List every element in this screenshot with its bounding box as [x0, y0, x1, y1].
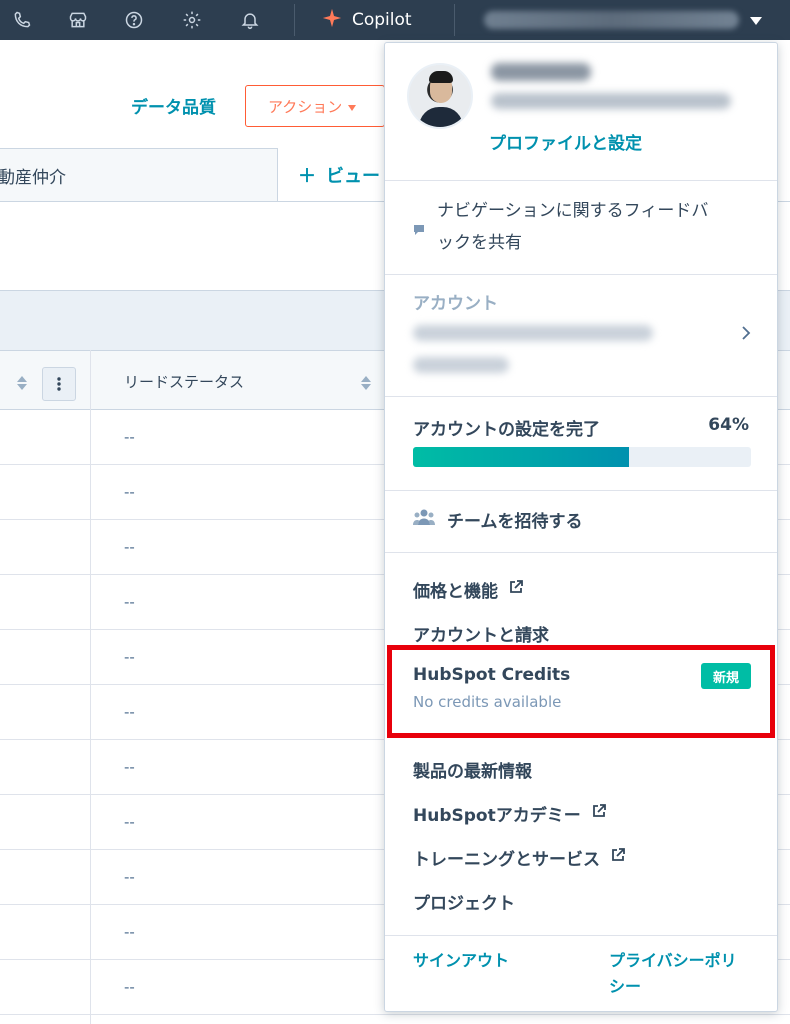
help-icon[interactable] — [122, 8, 146, 32]
sign-out-link[interactable]: サインアウト — [413, 948, 509, 974]
pricing-features-link[interactable]: 価格と機能 — [413, 577, 524, 602]
privacy-line-2: シー — [609, 977, 642, 996]
table-cell: -- — [124, 483, 135, 501]
column-header-lead-status[interactable]: リードステータス — [124, 371, 244, 392]
feedback-line-1: ナビゲーションに関するフィードバ — [437, 201, 709, 221]
column-options-button[interactable] — [42, 367, 76, 401]
caret-down-icon — [348, 97, 357, 115]
account-name-redacted — [484, 11, 739, 29]
actions-button[interactable]: アクション — [245, 85, 385, 127]
credits-highlight-box — [387, 645, 775, 738]
account-billing-label: アカウントと請求 — [413, 626, 549, 646]
settings-icon[interactable] — [180, 8, 204, 32]
table-cell: -- — [124, 648, 135, 666]
actions-label: アクション — [268, 97, 343, 116]
sort-icon[interactable] — [360, 375, 372, 395]
privacy-line-1: プライバシーポリ — [609, 951, 737, 970]
account-label: アカウント — [413, 294, 498, 314]
feedback-section: ナビゲーションに関するフィードバ ックを共有 — [385, 181, 777, 275]
main-links-section: 価格と機能 アカウントと請求 HubSpot Credits No credit… — [385, 553, 777, 936]
table-cell: -- — [124, 538, 135, 556]
table-cell: -- — [124, 813, 135, 831]
phone-icon[interactable] — [10, 8, 34, 32]
account-dropdown-menu: プロファイルと設定 ナビゲーションに関するフィードバ ックを共有 アカウント ア… — [384, 42, 778, 1012]
table-cell: -- — [124, 428, 135, 446]
setup-progress-bar — [413, 447, 751, 467]
table-cell: -- — [124, 703, 135, 721]
marketplace-icon[interactable] — [66, 8, 90, 32]
academy-link[interactable]: HubSpotアカデミー — [413, 801, 607, 826]
training-label: トレーニングとサービス — [413, 850, 600, 870]
setup-title: アカウントの設定を完了 — [413, 420, 600, 440]
product-updates-label: 製品の最新情報 — [413, 762, 532, 782]
chat-bubble-icon — [413, 221, 425, 240]
invite-team-button[interactable]: チームを招待する — [413, 507, 583, 532]
account-name-redacted — [413, 325, 653, 341]
notifications-icon[interactable] — [238, 8, 262, 32]
tab-current-view[interactable]: 動産仲介 — [0, 148, 278, 201]
caret-down-icon — [749, 11, 763, 30]
training-services-link[interactable]: トレーニングとサービス — [413, 845, 626, 870]
account-menu-button[interactable] — [478, 6, 778, 34]
user-email-redacted — [491, 93, 731, 109]
copilot-label: Copilot — [352, 10, 412, 30]
account-switcher[interactable]: アカウント — [385, 275, 777, 397]
profile-settings-link[interactable]: プロファイルと設定 — [489, 129, 642, 154]
top-navigation-bar: Copilot — [0, 0, 790, 40]
sparkle-icon — [322, 8, 342, 33]
external-link-icon — [508, 579, 524, 600]
add-view-label: ビュー — [326, 166, 380, 187]
projects-label: プロジェクト — [413, 894, 515, 914]
setup-percent: 64% — [708, 415, 749, 435]
table-cell: -- — [124, 868, 135, 886]
pricing-label: 価格と機能 — [413, 582, 498, 602]
avatar — [407, 63, 473, 129]
topbar-divider — [454, 4, 455, 36]
topbar-divider — [294, 4, 295, 36]
tab-label: 動産仲介 — [0, 167, 66, 188]
feedback-line-2: ックを共有 — [437, 233, 522, 253]
sort-icon[interactable] — [16, 375, 28, 395]
table-cell: -- — [124, 758, 135, 776]
invite-section: チームを招待する — [385, 491, 777, 553]
account-billing-link[interactable]: アカウントと請求 — [413, 621, 549, 646]
hubspot-credits-link[interactable]: HubSpot Credits — [413, 665, 570, 685]
academy-label: HubSpotアカデミー — [413, 806, 581, 826]
user-name-redacted — [491, 63, 591, 81]
new-badge: 新規 — [701, 663, 751, 689]
plus-icon: ＋ — [298, 166, 316, 187]
invite-team-label: チームを招待する — [447, 512, 583, 532]
product-updates-link[interactable]: 製品の最新情報 — [413, 757, 532, 782]
external-link-icon — [610, 847, 626, 868]
copilot-button[interactable]: Copilot — [322, 0, 412, 40]
setup-progress-section[interactable]: アカウントの設定を完了 64% — [385, 397, 777, 491]
footer-section: サインアウト プライバシーポリ シー — [385, 936, 777, 1011]
add-view-button[interactable]: ＋ ビュー — [298, 162, 380, 188]
table-cell: -- — [124, 923, 135, 941]
account-id-redacted — [413, 357, 509, 373]
feedback-link[interactable]: ナビゲーションに関するフィードバ ックを共有 — [437, 195, 708, 259]
table-cell: -- — [124, 978, 135, 996]
credits-subtitle: No credits available — [413, 693, 562, 711]
team-icon — [413, 508, 435, 531]
data-quality-link[interactable]: データ品質 — [131, 93, 216, 118]
privacy-policy-link[interactable]: プライバシーポリ シー — [609, 948, 737, 1000]
profile-section: プロファイルと設定 — [385, 43, 777, 181]
external-link-icon — [591, 803, 607, 824]
chevron-right-icon — [741, 325, 751, 345]
setup-progress-fill — [413, 447, 630, 467]
projects-link[interactable]: プロジェクト — [413, 889, 515, 914]
table-cell: -- — [124, 593, 135, 611]
